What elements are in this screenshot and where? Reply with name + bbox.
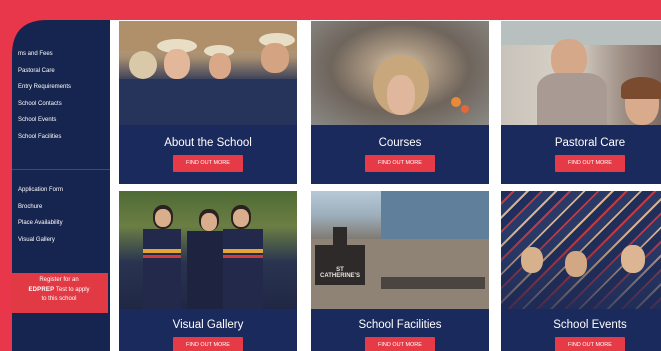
edprep-brand: EDPREP xyxy=(28,286,55,293)
find-out-more-button[interactable]: FIND OUT MORE xyxy=(173,337,243,351)
school-signage-text: ST CATHERINE'S xyxy=(320,267,360,279)
find-out-more-button[interactable]: FIND OUT MORE xyxy=(365,155,435,172)
sidebar-item-school-facilities[interactable]: School Facilities xyxy=(18,129,71,146)
school-facilities-photo: ST CATHERINE'S xyxy=(311,191,489,309)
visual-gallery-photo xyxy=(119,191,297,309)
register-line3: to this school xyxy=(41,296,77,302)
card-school-events[interactable]: School Events FIND OUT MORE xyxy=(501,191,661,351)
find-out-more-button[interactable]: FIND OUT MORE xyxy=(173,155,243,172)
register-line2: Test to apply xyxy=(55,286,90,293)
card-courses[interactable]: Courses FIND OUT MORE xyxy=(311,21,489,184)
school-events-photo xyxy=(501,191,661,309)
card-title: Pastoral Care xyxy=(554,137,626,149)
register-test-button[interactable]: Register for an EDPREP Test to apply to … xyxy=(10,273,108,313)
sidebar-item-school-contacts[interactable]: School Contacts xyxy=(18,96,71,113)
school-page-screenshot: ms and Fees Pastoral Care Entry Requirem… xyxy=(0,0,661,351)
card-about-the-school[interactable]: About the School FIND OUT MORE xyxy=(119,21,297,184)
pastoral-care-photo xyxy=(501,21,661,125)
card-pastoral-care[interactable]: Pastoral Care FIND OUT MORE xyxy=(501,21,661,184)
sidebar-nav-primary: ms and Fees Pastoral Care Entry Requirem… xyxy=(18,46,71,145)
sidebar-nav-secondary: Application Form Brochure Place Availabi… xyxy=(18,182,63,248)
card-title: Visual Gallery xyxy=(172,319,244,331)
card-title: About the School xyxy=(164,137,252,149)
sidebar-divider xyxy=(10,169,110,170)
card-title: School Events xyxy=(553,319,627,331)
courses-photo xyxy=(311,21,489,125)
card-title: School Facilities xyxy=(358,319,442,331)
sidebar-item-pastoral-care[interactable]: Pastoral Care xyxy=(18,63,71,80)
card-school-facilities[interactable]: ST CATHERINE'S School Facilities FIND OU… xyxy=(311,191,489,351)
register-line2-wrap: EDPREP Test to apply xyxy=(10,286,108,296)
card-title: Courses xyxy=(378,137,422,149)
sidebar-item-application-form[interactable]: Application Form xyxy=(18,182,63,199)
register-line1: Register for an xyxy=(39,277,79,283)
find-out-more-button[interactable]: FIND OUT MORE xyxy=(555,155,625,172)
sidebar-item-visual-gallery[interactable]: Visual Gallery xyxy=(18,232,63,249)
find-out-more-button[interactable]: FIND OUT MORE xyxy=(365,337,435,351)
sidebar-item-fees[interactable]: ms and Fees xyxy=(18,46,71,63)
sidebar-item-place-availability[interactable]: Place Availability xyxy=(18,215,63,232)
about-school-photo xyxy=(119,21,297,125)
find-out-more-button[interactable]: FIND OUT MORE xyxy=(555,337,625,351)
card-visual-gallery[interactable]: Visual Gallery FIND OUT MORE xyxy=(119,191,297,351)
sidebar-item-entry-requirements[interactable]: Entry Requirements xyxy=(18,79,71,96)
sidebar-item-school-events[interactable]: School Events xyxy=(18,112,71,129)
sidebar-nav: ms and Fees Pastoral Care Entry Requirem… xyxy=(0,20,110,351)
sidebar-item-brochure[interactable]: Brochure xyxy=(18,199,63,216)
